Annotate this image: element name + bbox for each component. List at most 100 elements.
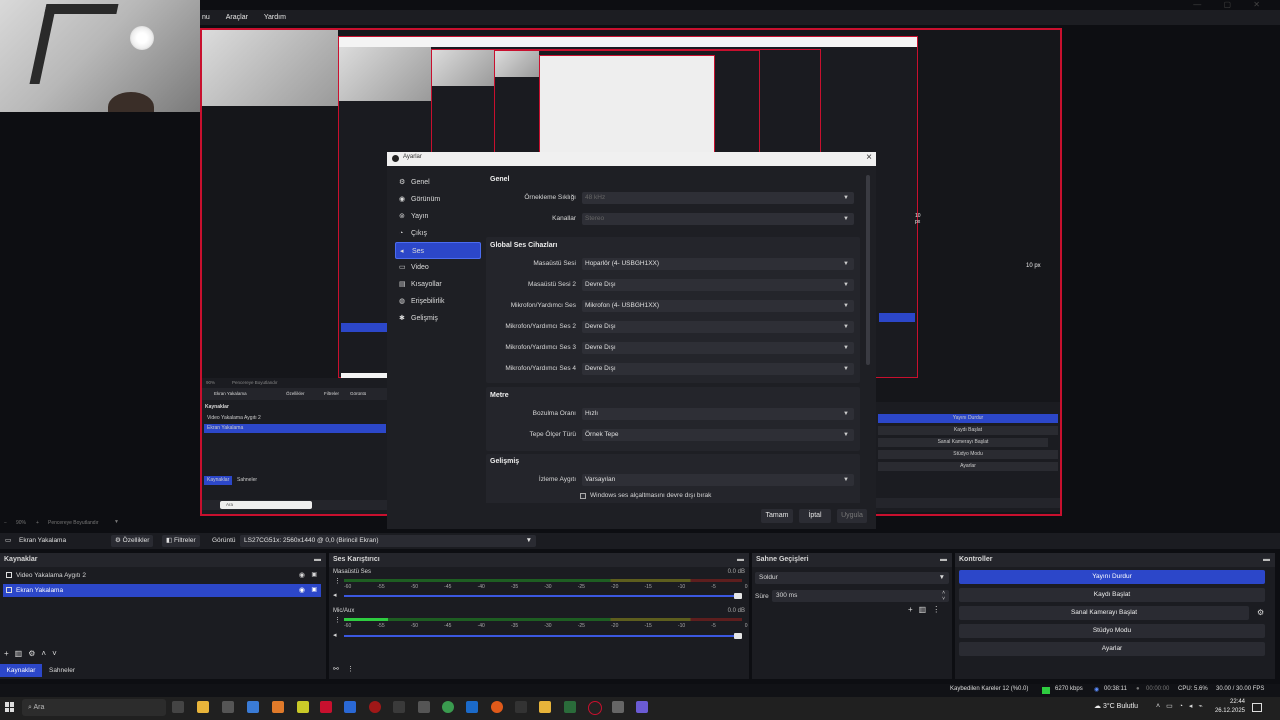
display-select[interactable]: LS27CG51x: 2560x1440 @ 0,0 (Birincil Ekr… [240,535,536,547]
transition-select[interactable]: Soldur ▼ [755,572,949,584]
zoom-dropdown-icon[interactable]: ▼ [114,519,119,525]
menu-item-tools[interactable]: Araçlar [226,10,248,25]
chevron-up-icon[interactable]: ˄ [41,649,52,658]
properties-button[interactable]: ⚙ Özellikler [111,535,154,547]
source-item-selected[interactable]: Ekran Yakalama ◉ ▣ [3,584,321,597]
taskbar-search[interactable]: ⌕ Ara [22,699,166,716]
start-recording-button[interactable]: Kaydı Başlat [959,588,1265,602]
cancel-button[interactable]: İptal [799,509,831,523]
settings-scrollbar[interactable] [866,175,870,365]
add-icon[interactable]: + [908,605,919,614]
app-icon-3[interactable] [272,701,284,713]
mixer-fader-1[interactable] [344,595,740,597]
windows-start-icon[interactable] [5,702,15,712]
ducking-checkbox[interactable] [580,493,586,499]
settings-button[interactable]: Ayarlar [959,642,1265,656]
app-icon-14[interactable] [636,701,648,713]
duration-input[interactable]: 300 ms ˄ ˅ [772,590,949,602]
app-icon-10[interactable] [491,701,503,713]
file-explorer-icon[interactable] [197,701,209,713]
app-icon-9[interactable] [418,701,430,713]
taskbar-clock[interactable]: 22:44 26.12.2025 [1215,698,1245,716]
tab-sources[interactable]: Kaynaklar [0,664,42,677]
lock-icon[interactable]: ▣ [311,569,317,582]
ok-button[interactable]: Tamam [761,509,793,523]
nav-item-hotkeys[interactable]: ▤ Kısayollar [395,276,481,293]
desktop-audio-2-select[interactable]: Devre Dışı ▼ [582,279,854,291]
mic-aux-4-select[interactable]: Devre Dışı ▼ [582,363,854,375]
more-icon[interactable]: ⋮ [347,666,362,673]
app-icon-2[interactable] [247,701,259,713]
nav-item-accessibility[interactable]: ◍ Erişebilirlik [395,293,481,310]
stop-streaming-button[interactable]: Yayını Durdur [959,570,1265,584]
desktop-audio-select[interactable]: Hoparlör (4- USBGH1XX) ▼ [582,258,854,270]
mic-aux-2-select[interactable]: Devre Dışı ▼ [582,321,854,333]
gear-icon[interactable]: ⚙ [28,649,41,658]
more-icon[interactable]: ⋮ [932,605,946,614]
nav-item-output[interactable]: ◔ Çıkış [395,225,481,242]
notification-icon[interactable] [1252,703,1262,712]
task-view-icon[interactable] [172,701,184,713]
nav-item-video[interactable]: ▭ Video [395,259,481,276]
nav-item-general[interactable]: ⚙ Genel [395,174,481,191]
start-virtual-camera-button[interactable]: Sanal Kamerayı Başlat [959,606,1249,620]
app-icon-5[interactable] [320,701,332,713]
apply-button[interactable]: Uygula [837,509,867,523]
lock-icon[interactable]: ▣ [311,584,317,597]
dock-menu-icon[interactable]: ▬ [1263,553,1270,567]
app-icon-11[interactable] [515,701,527,713]
nav-item-advanced[interactable]: ✱ Gelişmiş [395,310,481,327]
system-tray[interactable]: ˄▭◔◂⌁ [1156,702,1209,710]
dock-menu-icon[interactable]: ▬ [314,553,321,567]
peak-meter-select[interactable]: Örnek Tepe ▼ [582,429,854,441]
zoom-plus-icon[interactable]: + [36,520,39,526]
chrome-icon[interactable] [442,701,454,713]
studio-mode-button[interactable]: Stüdyo Modu [959,624,1265,638]
weather-widget[interactable]: ☁ 3°C Bulutlu [1094,702,1138,710]
dock-menu-icon[interactable]: ▬ [737,553,744,567]
nav-item-audio[interactable]: ◂ Ses [395,242,481,259]
settings-dialog-titlebar[interactable]: Ayarlar × [387,152,876,166]
steam-icon[interactable] [466,701,478,713]
app-icon-6[interactable] [344,701,356,713]
mixer-menu-icon[interactable]: ⋮ [334,616,341,624]
tab-scenes[interactable]: Sahneler [44,664,80,677]
app-icon-8[interactable] [393,701,405,713]
mixer-fader-2-knob[interactable] [734,633,742,639]
close-icon[interactable]: × [866,152,872,163]
mic-aux-3-select[interactable]: Devre Dışı ▼ [582,342,854,354]
eye-icon[interactable]: ◉ [299,584,305,597]
mixer-fader-1-knob[interactable] [734,593,742,599]
window-controls[interactable]: — ▢ ✕ [1193,0,1270,9]
app-icon-4[interactable] [297,701,309,713]
app-icon-1[interactable] [222,701,234,713]
nav-item-stream[interactable]: ⊚ Yayın [395,208,481,225]
menu-item-file[interactable]: nu [202,10,210,25]
settings-app-icon[interactable] [612,701,624,713]
sample-rate-select[interactable]: 48 kHz ▼ [582,192,854,204]
gear-icon[interactable]: ⚙ [1257,608,1264,617]
trash-icon[interactable]: ▥ [919,605,933,614]
obs-icon[interactable] [588,701,602,715]
filters-button[interactable]: ◧ Filtreler [162,535,200,547]
source-item[interactable]: Video Yakalama Aygıtı 2 ◉ ▣ [3,569,321,582]
mixer-menu-icon[interactable]: ⋮ [334,577,341,585]
channels-select[interactable]: Stereo ▼ [582,213,854,225]
dock-menu-icon[interactable]: ▬ [940,553,947,567]
chevron-down-icon[interactable]: ˅ [52,649,63,658]
app-icon-13[interactable] [564,701,576,713]
spinner-icon[interactable]: ˄ ˅ [942,590,945,602]
monitoring-device-select[interactable]: Varsayılan ▼ [582,474,854,486]
speaker-icon[interactable]: ◂ [333,591,337,599]
fit-to-window[interactable]: Pencereye Boyutlandır [48,520,99,526]
trash-icon[interactable]: ▥ [15,649,29,658]
nav-item-appearance[interactable]: ◉ Görünüm [395,191,481,208]
app-icon-12[interactable] [539,701,551,713]
speaker-icon[interactable]: ◂ [333,631,337,639]
decay-rate-select[interactable]: Hızlı ▼ [582,408,854,420]
eye-icon[interactable]: ◉ [299,569,305,582]
add-icon[interactable]: + [4,649,15,658]
zoom-minus-icon[interactable]: − [4,520,7,526]
link-icon[interactable]: ⚯ [333,666,347,673]
mixer-fader-2[interactable] [344,635,740,637]
